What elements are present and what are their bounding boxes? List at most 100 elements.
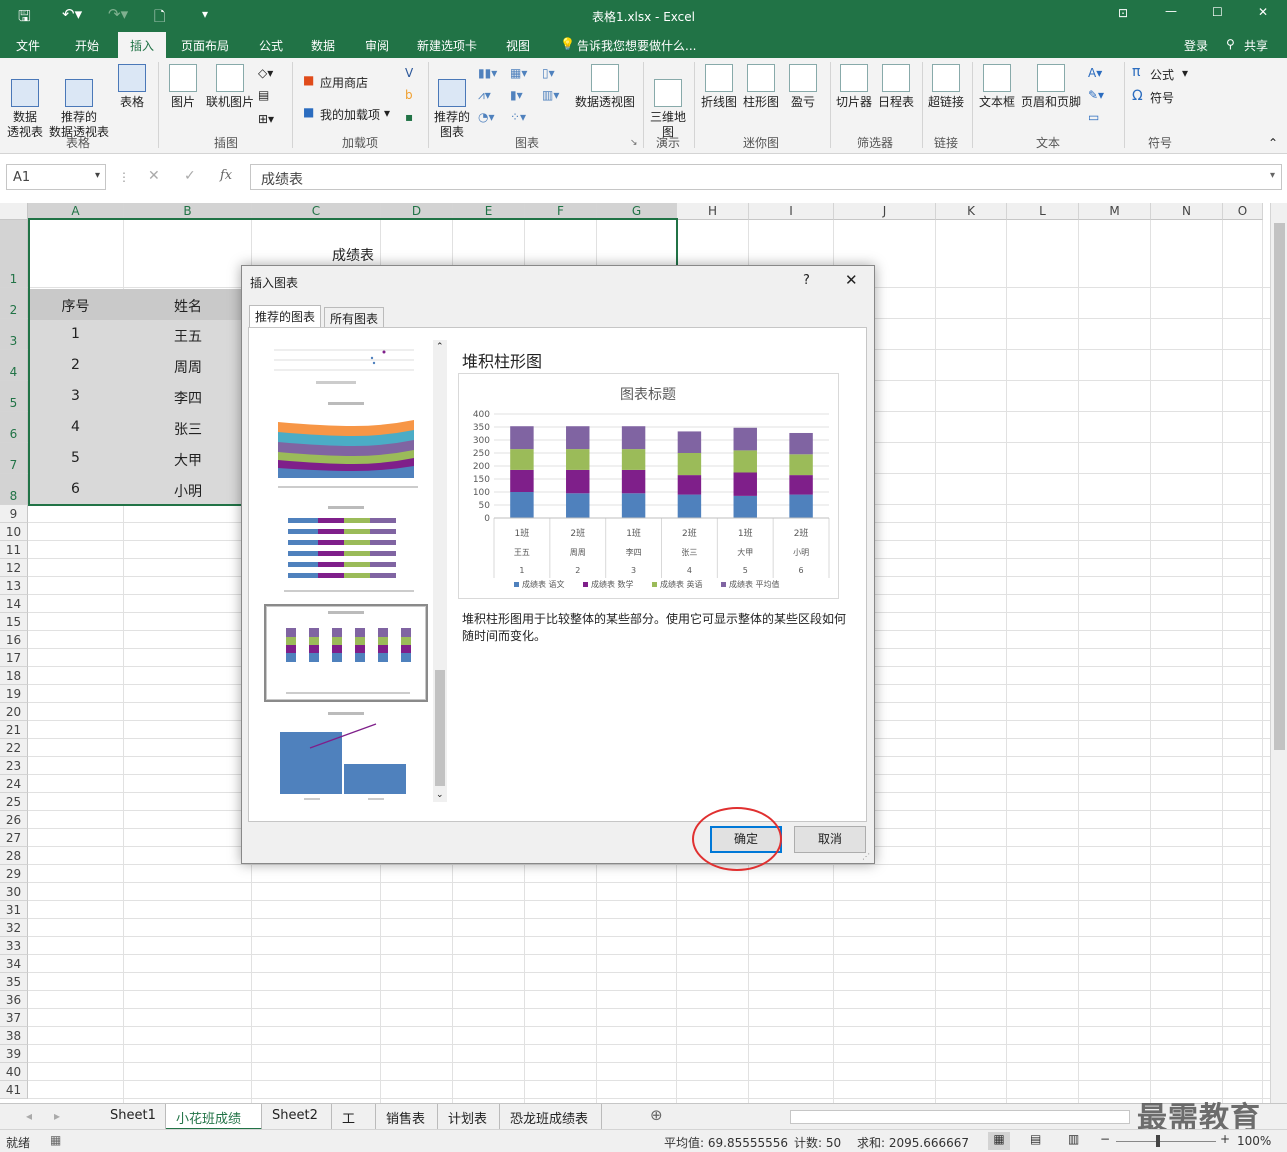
row-header-29[interactable]: 29 bbox=[0, 865, 28, 883]
picture-button[interactable]: 图片 bbox=[166, 64, 200, 110]
stat-chart-icon[interactable]: ▮▾ bbox=[510, 88, 523, 102]
tell-me-box[interactable]: 告诉我您想要做什么... bbox=[577, 37, 696, 54]
row-header-19[interactable]: 19 bbox=[0, 685, 28, 703]
column-header-H[interactable]: H bbox=[677, 203, 749, 220]
formula-input[interactable]: 成绩表 bbox=[250, 164, 1282, 190]
macro-record-icon[interactable]: ▦ bbox=[50, 1133, 61, 1147]
row-header-38[interactable]: 38 bbox=[0, 1027, 28, 1045]
row-header-1[interactable]: 1 bbox=[0, 220, 28, 288]
column-header-I[interactable]: I bbox=[749, 203, 834, 220]
tab-file[interactable]: 文件 bbox=[16, 37, 40, 54]
chart-thumbnail-pareto[interactable] bbox=[264, 708, 428, 806]
tab-view[interactable]: 视图 bbox=[506, 37, 530, 54]
people-graph-icon[interactable]: ▪ bbox=[405, 110, 413, 124]
column-chart-icon[interactable]: ▮▮▾ bbox=[478, 66, 497, 80]
object-icon[interactable]: ▭ bbox=[1088, 110, 1099, 124]
maximize-icon[interactable]: ☐ bbox=[1212, 5, 1223, 19]
minimize-icon[interactable]: — bbox=[1165, 4, 1177, 18]
row-header-33[interactable]: 33 bbox=[0, 937, 28, 955]
row-header-14[interactable]: 14 bbox=[0, 595, 28, 613]
row-header-10[interactable]: 10 bbox=[0, 523, 28, 541]
row-header-30[interactable]: 30 bbox=[0, 883, 28, 901]
cancel-button[interactable]: 取消 bbox=[794, 826, 866, 853]
row-header-3[interactable]: 3 bbox=[0, 319, 28, 350]
sheet-tab[interactable]: Sheet1 bbox=[100, 1104, 166, 1130]
scroll-up-icon[interactable]: ⌃ bbox=[436, 342, 444, 352]
row-header-15[interactable]: 15 bbox=[0, 613, 28, 631]
wordart-icon[interactable]: A▾ bbox=[1088, 66, 1102, 80]
column-header-J[interactable]: J bbox=[834, 203, 936, 220]
chevron-down-icon[interactable]: ▾ bbox=[1182, 66, 1188, 80]
recommended-charts-button[interactable]: 推荐的 图表 bbox=[432, 64, 472, 140]
column-header-M[interactable]: M bbox=[1079, 203, 1151, 220]
tab-new-tab[interactable]: 新建选项卡 bbox=[417, 37, 477, 54]
row-header-18[interactable]: 18 bbox=[0, 667, 28, 685]
row-header-5[interactable]: 5 bbox=[0, 381, 28, 412]
combo-chart-icon[interactable]: ▥▾ bbox=[542, 88, 559, 102]
scatter-chart-icon[interactable]: ⁘▾ bbox=[510, 110, 526, 124]
store-button[interactable]: 应用商店 bbox=[320, 74, 368, 91]
sheet-tab[interactable]: 计划表 bbox=[438, 1104, 500, 1130]
row-header-9[interactable]: 9 bbox=[0, 505, 28, 523]
sparkline-column-button[interactable]: 柱形图 bbox=[742, 64, 780, 110]
close-window-icon[interactable]: ✕ bbox=[1258, 5, 1268, 19]
row-header-17[interactable]: 17 bbox=[0, 649, 28, 667]
sparkline-winloss-button[interactable]: 盈亏 bbox=[786, 64, 820, 110]
column-header-L[interactable]: L bbox=[1007, 203, 1079, 220]
zoom-slider-thumb[interactable] bbox=[1156, 1135, 1160, 1147]
row-header-7[interactable]: 7 bbox=[0, 443, 28, 474]
textbox-button[interactable]: 文本框 bbox=[976, 64, 1018, 110]
row-header-6[interactable]: 6 bbox=[0, 412, 28, 443]
sheet-tab[interactable]: 恐龙班成绩表 bbox=[500, 1104, 602, 1130]
horizontal-scrollbar[interactable] bbox=[790, 1110, 1130, 1124]
row-header-11[interactable]: 11 bbox=[0, 541, 28, 559]
sheet-tab[interactable]: 小花班成绩表 bbox=[166, 1104, 262, 1146]
tab-all-charts[interactable]: 所有图表 bbox=[324, 307, 385, 327]
row-header-28[interactable]: 28 bbox=[0, 847, 28, 865]
enter-icon[interactable]: ✓ bbox=[184, 168, 196, 184]
sparkline-line-button[interactable]: 折线图 bbox=[700, 64, 738, 110]
chart-thumbnail-stacked-bar[interactable] bbox=[264, 500, 428, 598]
select-all-corner[interactable] bbox=[0, 203, 28, 220]
customize-qat-icon[interactable]: ▾ bbox=[202, 7, 208, 21]
login-link[interactable]: 登录 bbox=[1184, 37, 1208, 54]
signature-line-icon[interactable]: ✎▾ bbox=[1088, 88, 1104, 102]
tab-formulas[interactable]: 公式 bbox=[259, 37, 283, 54]
scroll-down-icon[interactable]: ⌄ bbox=[436, 790, 444, 800]
vertical-scrollbar[interactable] bbox=[1270, 203, 1287, 1103]
ribbon-display-icon[interactable]: ⊡ bbox=[1118, 6, 1128, 20]
row-header-34[interactable]: 34 bbox=[0, 955, 28, 973]
row-header-27[interactable]: 27 bbox=[0, 829, 28, 847]
insert-function-icon[interactable]: fx bbox=[220, 168, 232, 183]
online-picture-button[interactable]: 联机图片 bbox=[204, 64, 256, 110]
row-header-12[interactable]: 12 bbox=[0, 559, 28, 577]
bing-icon[interactable]: b bbox=[405, 88, 413, 102]
column-header-O[interactable]: O bbox=[1223, 203, 1263, 220]
row-header-16[interactable]: 16 bbox=[0, 631, 28, 649]
pie-chart-icon[interactable]: ◔▾ bbox=[478, 110, 495, 124]
row-header-41[interactable]: 41 bbox=[0, 1081, 28, 1099]
sheet-tab[interactable]: 销售表 bbox=[376, 1104, 438, 1130]
row-header-20[interactable]: 20 bbox=[0, 703, 28, 721]
row-header-8[interactable]: 8 bbox=[0, 474, 28, 505]
chart-thumbnail-stacked-area[interactable] bbox=[264, 396, 428, 494]
prev-sheet-icon[interactable]: ◂ bbox=[26, 1109, 32, 1123]
pivot-table-button[interactable]: 数据 透视表 bbox=[4, 64, 46, 140]
zoom-in-icon[interactable]: + bbox=[1220, 1132, 1230, 1146]
row-header-26[interactable]: 26 bbox=[0, 811, 28, 829]
row-header-24[interactable]: 24 bbox=[0, 775, 28, 793]
recommended-pivot-button[interactable]: 推荐的 数据透视表 bbox=[46, 64, 112, 140]
dialog-launcher-icon[interactable]: ↘ bbox=[630, 138, 638, 148]
column-header-K[interactable]: K bbox=[936, 203, 1007, 220]
row-header-36[interactable]: 36 bbox=[0, 991, 28, 1009]
sheet-tab[interactable]: 工资 bbox=[332, 1104, 376, 1146]
tab-home[interactable]: 开始 bbox=[75, 37, 99, 54]
row-header-21[interactable]: 21 bbox=[0, 721, 28, 739]
visio-icon[interactable]: V bbox=[405, 66, 413, 80]
tab-data[interactable]: 数据 bbox=[311, 37, 335, 54]
thumbnail-scrollbar[interactable]: ⌃ ⌄ bbox=[433, 340, 447, 802]
zoom-out-icon[interactable]: − bbox=[1100, 1132, 1110, 1146]
chevron-down-icon[interactable]: ▾ bbox=[95, 170, 100, 181]
chevron-down-icon[interactable]: ▾ bbox=[384, 106, 390, 120]
row-header-32[interactable]: 32 bbox=[0, 919, 28, 937]
